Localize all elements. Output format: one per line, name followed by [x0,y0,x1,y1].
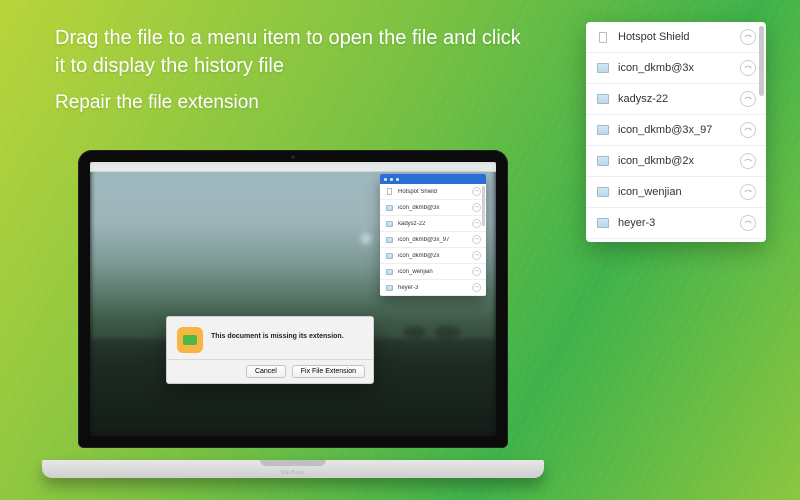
share-icon[interactable] [740,122,756,138]
list-item-label: heyer-3 [393,285,472,291]
list-item-label: icon_wenjian [610,186,740,198]
laptop-brand: MacBook [281,470,305,476]
list-item-label: icon_dkmb@2x [393,253,472,259]
list-item-label: icon_dkmb@2x [610,155,740,167]
cancel-button[interactable]: Cancel [246,365,286,378]
list-item[interactable]: kadysz-22 [586,84,766,115]
list-item[interactable]: icon_dkmb@2x [586,146,766,177]
list-item[interactable]: Hotspot Shield [586,22,766,53]
list-item-label: icon_dkmb@3x_97 [610,124,740,136]
list-item-label: icon_dkmb@3x [610,62,740,74]
share-icon[interactable] [472,187,481,196]
menubar[interactable] [90,162,496,172]
image-icon [385,221,393,227]
image-icon [385,237,393,243]
scrollbar[interactable] [482,186,485,226]
image-icon [596,63,610,73]
missing-extension-dialog: This document is missing its extension. … [166,316,374,384]
share-icon[interactable] [472,251,481,260]
list-item[interactable]: heyer-3 [586,208,766,239]
image-icon [596,156,610,166]
list-item[interactable]: heyer-3 [380,280,486,296]
laptop-screen: This document is missing its extension. … [90,162,496,436]
share-icon[interactable] [472,219,481,228]
image-icon [385,285,393,291]
share-icon[interactable] [472,203,481,212]
history-dropdown: Hotspot Shield icon_dkmb@3x kadysz-22 ic… [380,174,486,296]
list-item-label: icon_wenjian [393,269,472,275]
share-icon[interactable] [472,267,481,276]
share-icon[interactable] [472,283,481,292]
image-icon [596,218,610,228]
list-item[interactable]: Hotspot Shield [380,184,486,200]
list-item-label: kadysz-22 [610,93,740,105]
share-icon[interactable] [740,91,756,107]
file-icon [596,32,610,43]
image-icon [385,253,393,259]
scrollbar[interactable] [759,26,764,96]
camera-icon [291,155,295,159]
share-icon[interactable] [740,215,756,231]
share-icon[interactable] [472,235,481,244]
image-icon [385,205,393,211]
dialog-message: This document is missing its extension. [211,327,363,340]
list-item-label: Hotspot Shield [610,31,740,43]
image-icon [385,269,393,275]
share-icon[interactable] [740,29,756,45]
image-icon [596,94,610,104]
history-panel: Hotspot Shield icon_dkmb@3x kadysz-22 ic… [586,22,766,242]
headline-text: Drag the file to a menu item to open the… [55,24,535,80]
list-item[interactable]: kadysz-22 [380,216,486,232]
list-item[interactable]: icon_dkmb@3x [586,53,766,84]
list-item-label: Hotspot Shield [393,189,472,195]
list-item[interactable]: icon_dkmb@2x [380,248,486,264]
laptop-base: MacBook [42,460,544,478]
history-panel-scroll[interactable]: Hotspot Shield icon_dkmb@3x kadysz-22 ic… [586,22,766,242]
list-item[interactable]: icon_wenjian [586,177,766,208]
image-icon [596,125,610,135]
file-icon [385,188,393,195]
list-item[interactable]: icon_dkmb@3x_97 [380,232,486,248]
list-item-label: kadysz-22 [393,221,472,227]
share-icon[interactable] [740,153,756,169]
dropdown-header[interactable] [380,174,486,184]
laptop-mockup: This document is missing its extension. … [42,150,544,492]
list-item-label: heyer-3 [610,217,740,229]
list-item[interactable]: icon_dkmb@3x_97 [586,115,766,146]
image-icon [596,187,610,197]
list-item-label: icon_dkmb@3x_97 [393,237,472,243]
laptop-notch [260,460,326,466]
laptop-frame: This document is missing its extension. … [78,150,508,448]
list-item[interactable]: icon_wenjian [380,264,486,280]
fix-extension-button[interactable]: Fix File Extension [292,365,365,378]
app-icon [177,327,203,353]
share-icon[interactable] [740,184,756,200]
share-icon[interactable] [740,60,756,76]
subheadline-text: Repair the file extension [55,90,259,116]
list-item-label: icon_dkmb@3x [393,205,472,211]
list-item[interactable]: icon_dkmb@3x [380,200,486,216]
